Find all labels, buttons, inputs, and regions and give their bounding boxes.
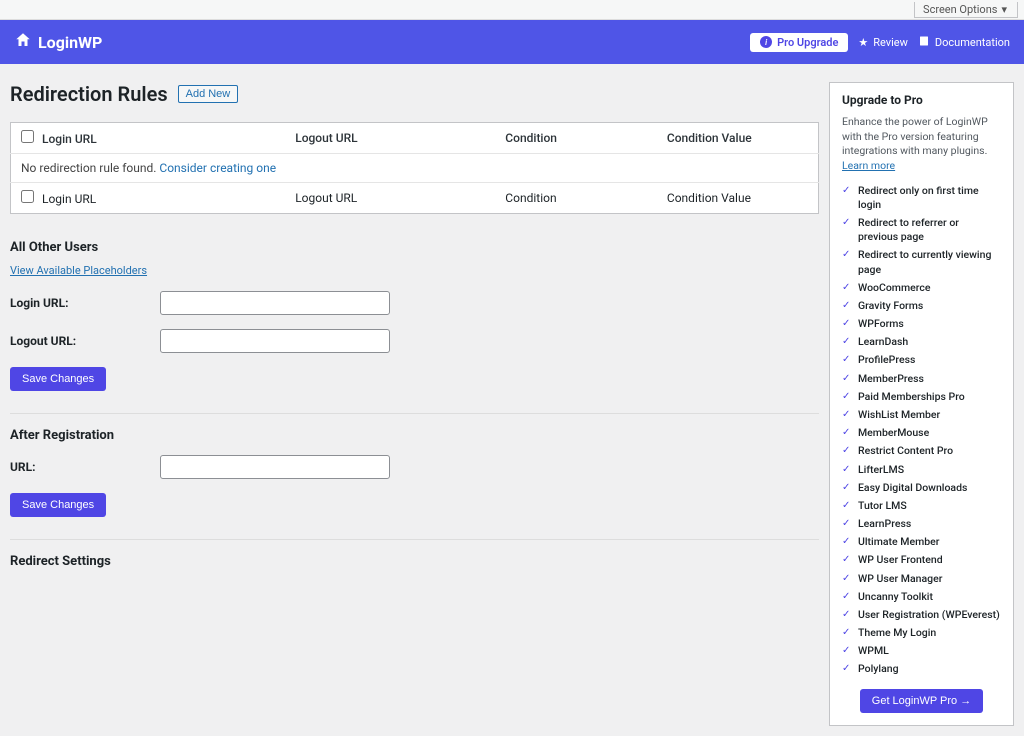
house-icon (14, 31, 32, 53)
feature-item: ProfilePress (842, 351, 1001, 369)
feature-item: Redirect to referrer or previous page (842, 214, 1001, 246)
create-one-link[interactable]: Consider creating one (159, 161, 276, 175)
col-condition-foot: Condition (505, 191, 556, 205)
feature-item: Ultimate Member (842, 533, 1001, 551)
feature-item: WooCommerce (842, 279, 1001, 297)
registration-url-label: URL: (10, 460, 160, 474)
review-label: Review (873, 36, 908, 49)
plugin-banner: LoginWP i Pro Upgrade ★ Review Documenta… (0, 20, 1024, 64)
placeholders-link[interactable]: View Available Placeholders (10, 264, 147, 277)
feature-item: LearnDash (842, 333, 1001, 351)
save-all-other-users-button[interactable]: Save Changes (10, 367, 106, 391)
brand-name: LoginWP (38, 33, 102, 52)
feature-item: MemberPress (842, 370, 1001, 388)
feature-item: Polylang (842, 660, 1001, 678)
select-all-top-checkbox[interactable] (21, 130, 34, 143)
feature-item: LifterLMS (842, 461, 1001, 479)
save-after-registration-button[interactable]: Save Changes (10, 493, 106, 517)
screen-options-toggle[interactable]: Screen Options ▾ (914, 2, 1018, 18)
empty-text: No redirection rule found. (21, 161, 159, 175)
feature-item: WP User Manager (842, 570, 1001, 588)
after-registration-section: After Registration URL: Save Changes (10, 428, 819, 517)
feature-item: Restrict Content Pro (842, 442, 1001, 460)
divider-2 (10, 539, 819, 540)
redirect-settings-section: Redirect Settings (10, 554, 819, 569)
feature-item: Redirect only on first time login (842, 182, 1001, 214)
feature-item: Paid Memberships Pro (842, 388, 1001, 406)
pro-upgrade-button[interactable]: i Pro Upgrade (750, 33, 848, 52)
add-new-button[interactable]: Add New (178, 85, 239, 103)
redirect-settings-heading: Redirect Settings (10, 554, 819, 569)
banner-nav: i Pro Upgrade ★ Review Documentation (750, 33, 1010, 52)
feature-item: Gravity Forms (842, 297, 1001, 315)
brand-area: LoginWP (14, 31, 102, 53)
feature-item: WP User Frontend (842, 551, 1001, 569)
col-condition: Condition (505, 131, 557, 145)
empty-state-row: No redirection rule found. Consider crea… (11, 154, 819, 183)
all-other-users-heading: All Other Users (10, 240, 819, 255)
page-title-text: Redirection Rules (10, 82, 168, 106)
col-login-url-foot: Login URL (42, 192, 96, 206)
documentation-button[interactable]: Documentation (918, 35, 1010, 50)
feature-item: WishList Member (842, 406, 1001, 424)
login-url-input[interactable] (160, 291, 390, 315)
wp-topbar: Screen Options ▾ (0, 0, 1024, 20)
documentation-label: Documentation (935, 36, 1010, 49)
sidebar-blurb-text: Enhance the power of LoginWP with the Pr… (842, 115, 988, 157)
feature-item: Redirect to currently viewing page (842, 246, 1001, 278)
col-logout-url: Logout URL (295, 131, 357, 145)
divider (10, 413, 819, 414)
col-logout-url-foot: Logout URL (295, 191, 357, 205)
screen-options-label: Screen Options (923, 3, 997, 16)
document-icon (918, 35, 930, 50)
feature-item: Tutor LMS (842, 497, 1001, 515)
logout-url-label: Logout URL: (10, 334, 160, 348)
feature-item: Uncanny Toolkit (842, 588, 1001, 606)
feature-item: WPForms (842, 315, 1001, 333)
page-title: Redirection Rules Add New (10, 82, 819, 106)
info-icon: i (760, 36, 772, 48)
feature-item: WPML (842, 642, 1001, 660)
get-pro-button[interactable]: Get LoginWP Pro → (860, 689, 983, 713)
after-registration-heading: After Registration (10, 428, 819, 443)
rules-table: Login URL Logout URL Condition Condition… (10, 122, 819, 214)
feature-list: Redirect only on first time loginRedirec… (842, 182, 1001, 679)
col-condition-value-foot: Condition Value (667, 191, 751, 205)
table-header-row: Login URL Logout URL Condition Condition… (11, 123, 819, 154)
col-condition-value: Condition Value (667, 131, 752, 145)
star-icon: ★ (858, 36, 868, 49)
col-login-url: Login URL (42, 132, 97, 146)
feature-item: LearnPress (842, 515, 1001, 533)
feature-item: User Registration (WPEverest) (842, 606, 1001, 624)
table-footer-row: Login URL Logout URL Condition Condition… (11, 183, 819, 214)
feature-item: Theme My Login (842, 624, 1001, 642)
sidebar-blurb: Enhance the power of LoginWP with the Pr… (842, 115, 1001, 174)
logout-url-input[interactable] (160, 329, 390, 353)
feature-item: MemberMouse (842, 424, 1001, 442)
caret-down-icon: ▾ (1001, 3, 1007, 16)
sidebar-heading: Upgrade to Pro (842, 93, 1001, 107)
feature-item: Easy Digital Downloads (842, 479, 1001, 497)
select-all-bottom-checkbox[interactable] (21, 190, 34, 203)
pro-upgrade-label: Pro Upgrade (777, 36, 838, 49)
all-other-users-section: All Other Users View Available Placehold… (10, 240, 819, 391)
review-button[interactable]: ★ Review (858, 36, 908, 49)
registration-url-input[interactable] (160, 455, 390, 479)
main-content: Redirection Rules Add New Login URL Logo… (10, 82, 819, 577)
upgrade-sidebar: Upgrade to Pro Enhance the power of Logi… (829, 82, 1014, 726)
login-url-label: Login URL: (10, 296, 160, 310)
learn-more-link[interactable]: Learn more (842, 159, 895, 172)
